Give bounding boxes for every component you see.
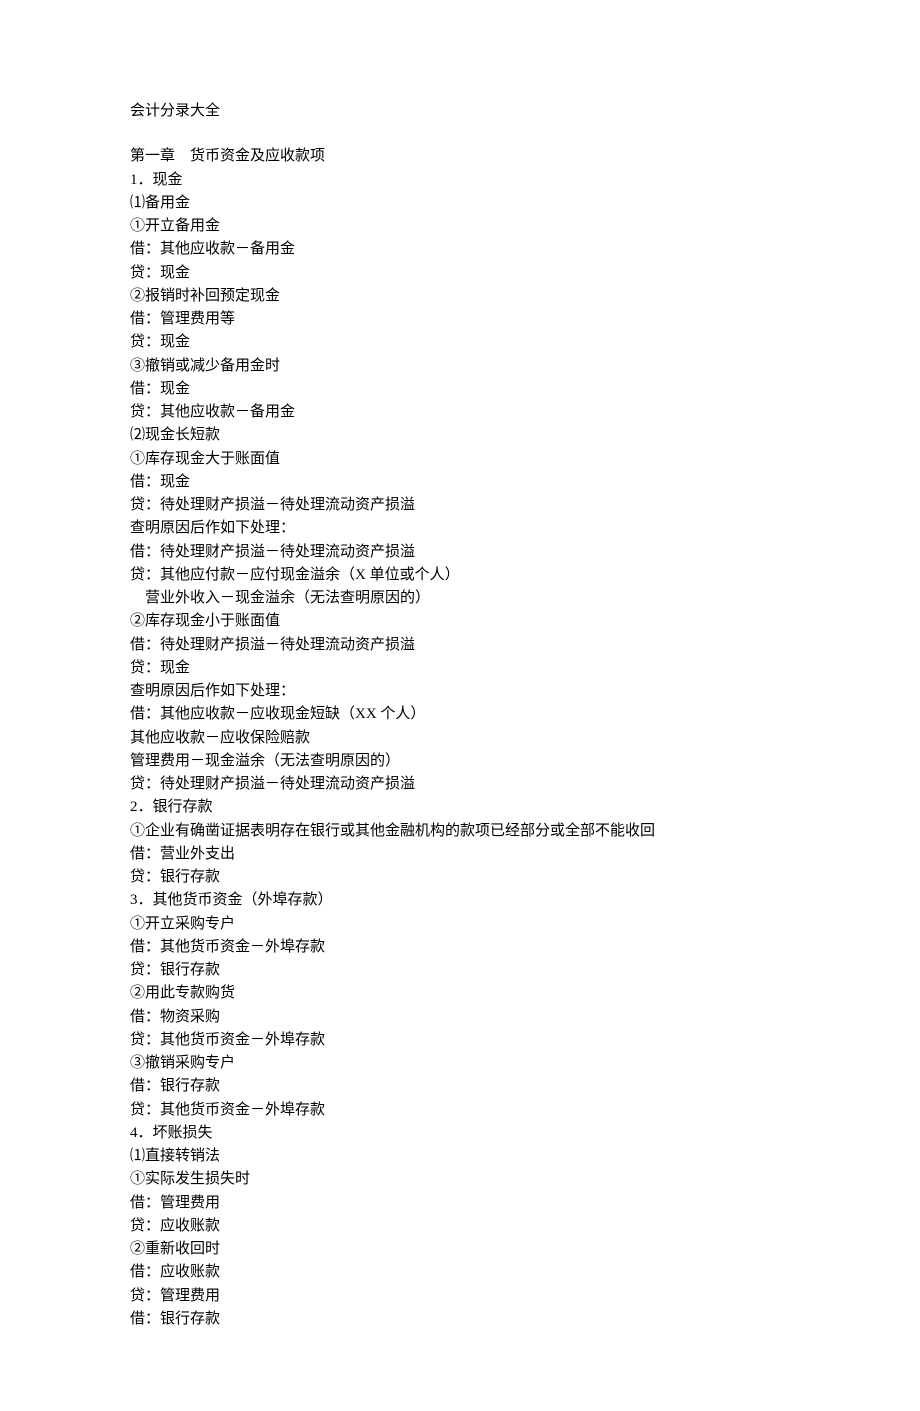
text-line: 贷：银行存款 — [130, 959, 790, 982]
text-line: 查明原因后作如下处理： — [130, 517, 790, 540]
text-line: 贷：其他应付款－应付现金溢余（X 单位或个人） — [130, 564, 790, 587]
text-line: 借：银行存款 — [130, 1075, 790, 1098]
text-line: ②报销时补回预定现金 — [130, 285, 790, 308]
text-line: 借：待处理财产损溢－待处理流动资产损溢 — [130, 541, 790, 564]
text-line: ②库存现金小于账面值 — [130, 610, 790, 633]
text-line: 贷：待处理财产损溢－待处理流动资产损溢 — [130, 773, 790, 796]
text-line: 借：银行存款 — [130, 1308, 790, 1331]
text-line: 4．坏账损失 — [130, 1122, 790, 1145]
text-line: 贷：待处理财产损溢－待处理流动资产损溢 — [130, 494, 790, 517]
text-line: 贷：现金 — [130, 331, 790, 354]
text-line: ①开立备用金 — [130, 215, 790, 238]
text-line: 管理费用－现金溢余（无法查明原因的） — [130, 750, 790, 773]
text-line: 借：应收账款 — [130, 1261, 790, 1284]
text-line: 借：其他应收款－应收现金短缺（XX 个人） — [130, 703, 790, 726]
text-line: 其他应收款－应收保险赔款 — [130, 727, 790, 750]
text-line: 贷：管理费用 — [130, 1285, 790, 1308]
text-line: 借：现金 — [130, 378, 790, 401]
text-line: ①开立采购专户 — [130, 913, 790, 936]
text-line: ⑵现金长短款 — [130, 424, 790, 447]
text-line: 贷：其他货币资金－外埠存款 — [130, 1099, 790, 1122]
text-line: ①库存现金大于账面值 — [130, 448, 790, 471]
text-line: 2．银行存款 — [130, 796, 790, 819]
text-line: 借：营业外支出 — [130, 843, 790, 866]
text-line: 借：管理费用 — [130, 1192, 790, 1215]
text-line: ①实际发生损失时 — [130, 1168, 790, 1191]
text-line: 借：其他应收款－备用金 — [130, 238, 790, 261]
text-line: 借：管理费用等 — [130, 308, 790, 331]
text-line: ①企业有确凿证据表明存在银行或其他金融机构的款项已经部分或全部不能收回 — [130, 820, 790, 843]
text-line: 贷：应收账款 — [130, 1215, 790, 1238]
text-line: 贷：其他应收款－备用金 — [130, 401, 790, 424]
text-line: ③撤销采购专户 — [130, 1052, 790, 1075]
text-line: ⑴备用金 — [130, 192, 790, 215]
text-line: 查明原因后作如下处理： — [130, 680, 790, 703]
text-line: 营业外收入－现金溢余（无法查明原因的） — [130, 587, 790, 610]
text-line: 贷：银行存款 — [130, 866, 790, 889]
text-line: 借：物资采购 — [130, 1006, 790, 1029]
text-line: ②用此专款购货 — [130, 982, 790, 1005]
text-line: 贷：其他货币资金－外埠存款 — [130, 1029, 790, 1052]
text-line: ②重新收回时 — [130, 1238, 790, 1261]
text-line: 贷：现金 — [130, 262, 790, 285]
text-line: 借：现金 — [130, 471, 790, 494]
document-body: 第一章 货币资金及应收款项1．现金⑴备用金①开立备用金借：其他应收款－备用金贷：… — [130, 145, 790, 1331]
text-line: ⑴直接转销法 — [130, 1145, 790, 1168]
text-line: ③撤销或减少备用金时 — [130, 355, 790, 378]
text-line: 借：待处理财产损溢－待处理流动资产损溢 — [130, 634, 790, 657]
text-line: 借：其他货币资金－外埠存款 — [130, 936, 790, 959]
document-title: 会计分录大全 — [130, 100, 790, 123]
text-line: 第一章 货币资金及应收款项 — [130, 145, 790, 168]
text-line: 1．现金 — [130, 169, 790, 192]
text-line: 贷：现金 — [130, 657, 790, 680]
text-line: 3．其他货币资金（外埠存款） — [130, 889, 790, 912]
